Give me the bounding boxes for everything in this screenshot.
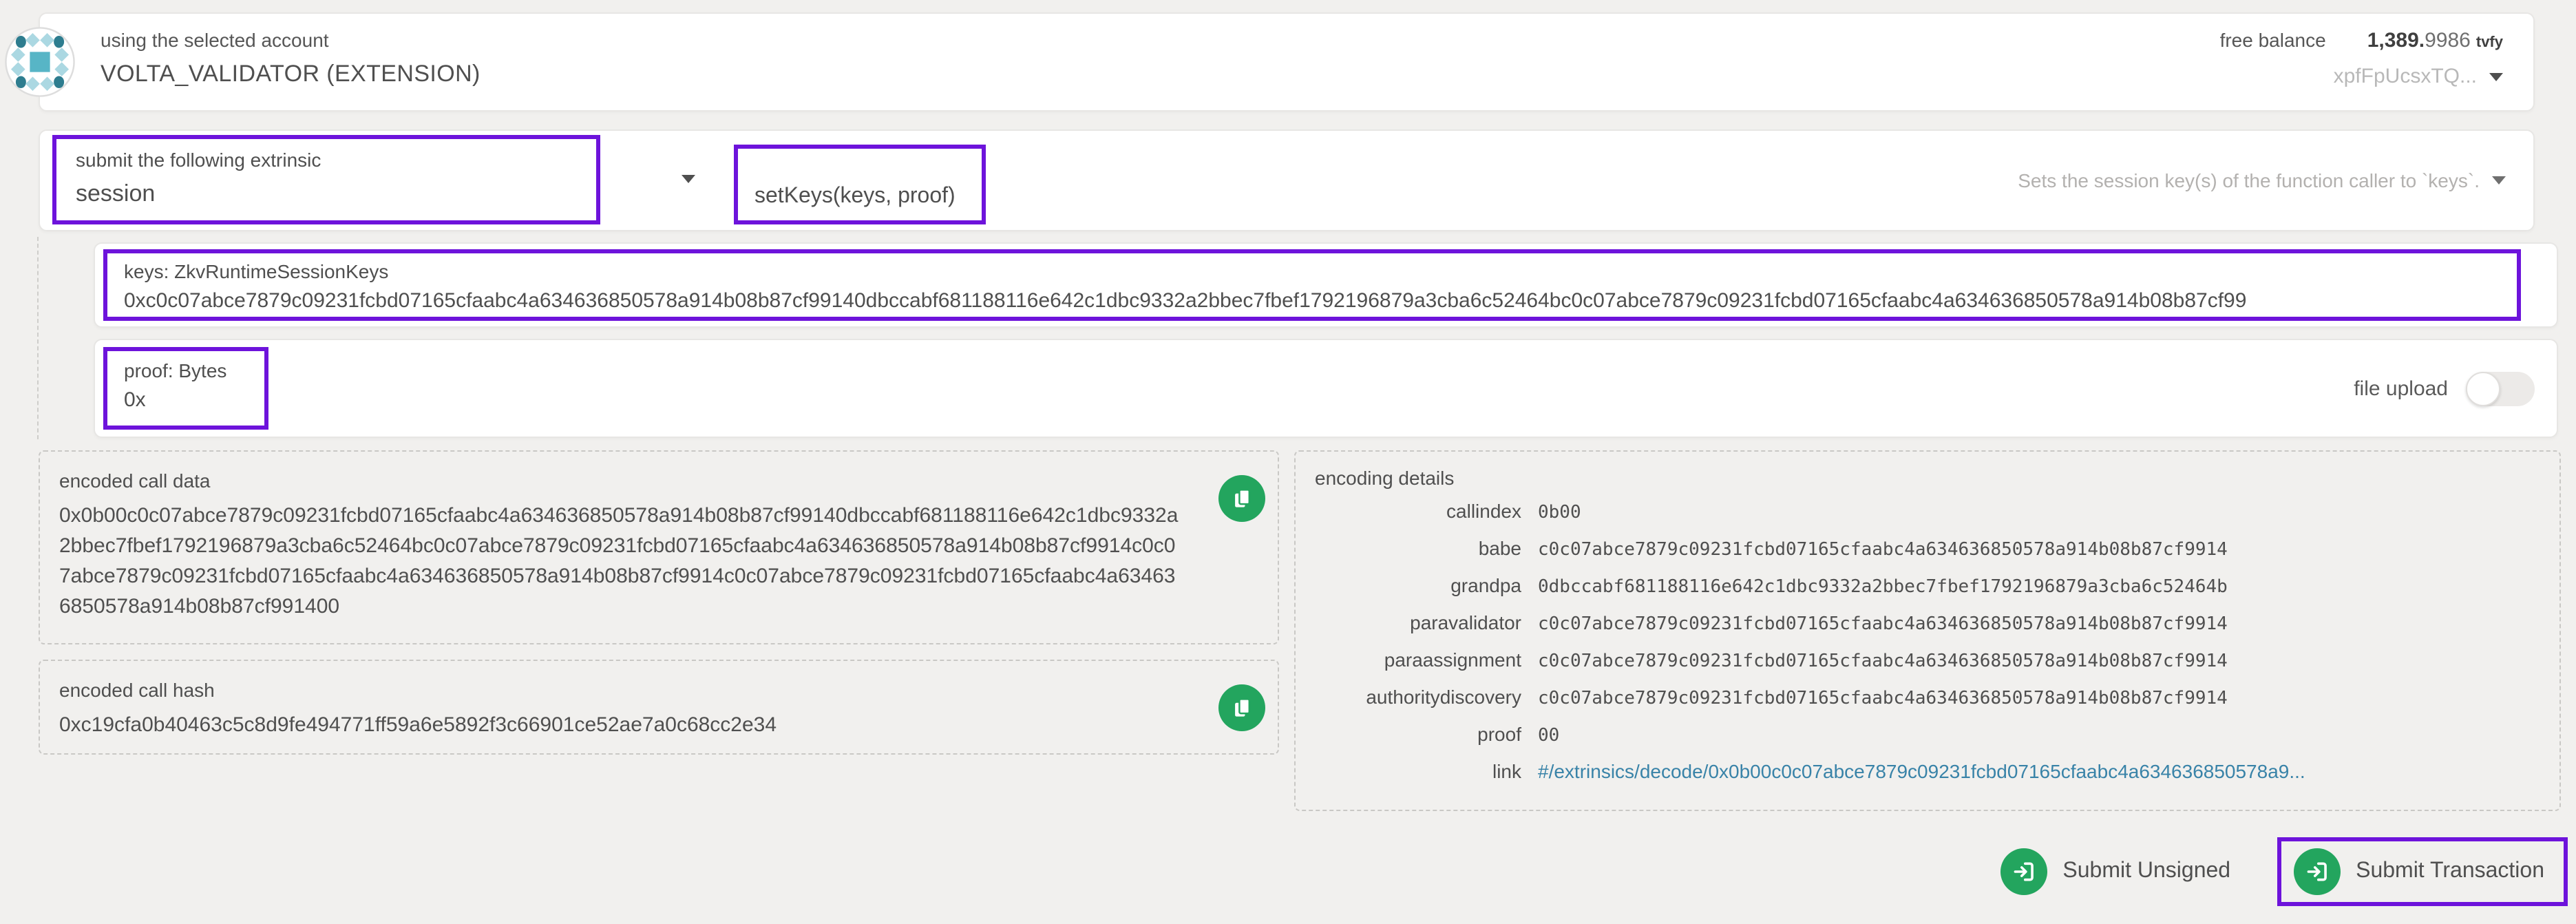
detail-label: callindex <box>1315 498 1521 525</box>
method-description-dropdown[interactable]: Sets the session key(s) of the function … <box>2018 131 2506 230</box>
encoded-call-data-label: encoded call data <box>59 470 1258 492</box>
extrinsic-section-value: session <box>76 180 596 208</box>
extrinsic-selection-card: submit the following extrinsic session s… <box>39 129 2535 231</box>
account-selector[interactable]: xpfFpUcsxTQ... <box>2220 65 2503 88</box>
copy-icon <box>1229 486 1254 511</box>
submit-unsigned-button[interactable]: Submit Unsigned <box>1989 841 2241 902</box>
extrinsic-method-dropdown[interactable]: setKeys(keys, proof) <box>734 145 986 224</box>
detail-row-link: link #/extrinsics/decode/0x0b00c0c07abce… <box>1315 759 2540 785</box>
encoding-details-box: encoding details callindex 0b00 babe c0c… <box>1294 450 2561 811</box>
detail-row-callindex: callindex 0b00 <box>1315 498 2540 526</box>
detail-row-authoritydiscovery: authoritydiscovery c0c07abce7879c09231fc… <box>1315 684 2540 712</box>
detail-row-proof: proof 00 <box>1315 722 2540 749</box>
detail-label: paravalidator <box>1315 610 1521 636</box>
account-name: VOLTA_VALIDATOR (EXTENSION) <box>101 61 481 88</box>
keys-input[interactable]: keys: ZkvRuntimeSessionKeys 0xc0c07abce7… <box>103 249 2521 321</box>
encoded-call-hash-box: encoded call hash 0xc19cfa0b40463c5c8d9f… <box>39 660 1279 755</box>
account-card: using the selected account VOLTA_VALIDAT… <box>39 12 2535 112</box>
submit-transaction-button[interactable]: Submit Transaction <box>2277 837 2568 906</box>
method-description-text: Sets the session key(s) of the function … <box>2018 169 2480 191</box>
copy-call-hash-button[interactable] <box>1218 684 1265 731</box>
free-balance: free balance 1,389.9986 tvfy <box>2220 29 2503 52</box>
encoded-call-data-box: encoded call data 0x0b00c0c07abce7879c09… <box>39 450 1279 644</box>
copy-icon <box>1229 695 1254 720</box>
proof-input-label: proof: Bytes <box>124 359 248 381</box>
extrinsics-submission-page: using the selected account VOLTA_VALIDAT… <box>0 0 2576 924</box>
detail-label: authoritydiscovery <box>1315 684 1521 711</box>
toggle-knob <box>2466 371 2500 406</box>
detail-label: paraassignment <box>1315 647 1521 673</box>
actions-row: Submit Unsigned Submit Transaction <box>1989 837 2568 906</box>
decode-extrinsic-link[interactable]: #/extrinsics/decode/0x0b00c0c07abce7879c… <box>1538 759 2305 785</box>
encoded-call-hash-value: 0xc19cfa0b40463c5c8d9fe494771ff59a6e5892… <box>59 711 1258 741</box>
encoded-call-data-value: 0x0b00c0c07abce7879c09231fcbd07165cfaabc… <box>59 501 1258 622</box>
proof-input-value: 0x <box>124 388 248 412</box>
detail-row-paraassignment: paraassignment c0c07abce7879c09231fcbd07… <box>1315 647 2540 675</box>
submit-transaction-label: Submit Transaction <box>2356 859 2544 884</box>
free-balance-label: free balance <box>2220 29 2326 51</box>
detail-value: c0c07abce7879c09231fcbd07165cfaabc4a6346… <box>1538 647 2228 675</box>
detail-row-paravalidator: paravalidator c0c07abce7879c09231fcbd071… <box>1315 610 2540 638</box>
chevron-down-icon[interactable] <box>682 175 695 183</box>
detail-value: c0c07abce7879c09231fcbd07165cfaabc4a6346… <box>1538 684 2228 712</box>
detail-value: c0c07abce7879c09231fcbd07165cfaabc4a6346… <box>1538 536 2228 563</box>
detail-label: link <box>1315 759 1521 785</box>
file-upload-label: file upload <box>2354 377 2448 400</box>
keys-input-label: keys: ZkvRuntimeSessionKeys <box>124 260 2500 282</box>
file-upload-toggle[interactable] <box>2466 371 2535 406</box>
extrinsic-method-value: setKeys(keys, proof) <box>754 185 956 209</box>
account-address-short: xpfFpUcsxTQ... <box>2334 65 2477 88</box>
proof-arg-card: proof: Bytes 0x file upload <box>94 339 2558 438</box>
chevron-down-icon <box>2489 72 2503 81</box>
keys-input-value: 0xc0c07abce7879c09231fcbd07165cfaabc4a63… <box>124 289 2500 313</box>
selected-account-label: using the selected account <box>101 29 481 51</box>
detail-label: grandpa <box>1315 573 1521 599</box>
balance-integer: 1,389. <box>2367 29 2425 52</box>
extrinsic-section-label: submit the following extrinsic <box>76 149 596 171</box>
args-indent-guide <box>37 237 39 439</box>
detail-value: c0c07abce7879c09231fcbd07165cfaabc4a6346… <box>1538 610 2228 638</box>
detail-row-grandpa: grandpa 0dbccabf681188116e642c1dbc9332a2… <box>1315 573 2540 600</box>
detail-value: 0b00 <box>1538 498 1581 526</box>
encoding-details-title: encoding details <box>1315 467 2540 489</box>
detail-label: babe <box>1315 536 1521 562</box>
encoded-call-hash-label: encoded call hash <box>59 679 1258 701</box>
sign-in-icon <box>2294 848 2341 895</box>
keys-arg-card: keys: ZkvRuntimeSessionKeys 0xc0c07abce7… <box>94 242 2558 328</box>
balance-unit: tvfy <box>2476 34 2503 51</box>
submit-unsigned-label: Submit Unsigned <box>2062 859 2230 884</box>
extrinsic-section-dropdown[interactable]: submit the following extrinsic session <box>52 135 600 224</box>
copy-call-data-button[interactable] <box>1218 475 1265 522</box>
detail-label: proof <box>1315 722 1521 748</box>
detail-value: 0dbccabf681188116e642c1dbc9332a2bbec7fbe… <box>1538 573 2228 600</box>
chevron-down-icon <box>2492 176 2506 185</box>
detail-row-babe: babe c0c07abce7879c09231fcbd07165cfaabc4… <box>1315 536 2540 563</box>
detail-value: 00 <box>1538 722 1559 749</box>
balance-fraction: 9986 <box>2425 29 2471 52</box>
account-identicon[interactable] <box>4 26 76 98</box>
proof-input[interactable]: proof: Bytes 0x <box>103 347 268 430</box>
sign-in-icon <box>2000 848 2047 895</box>
